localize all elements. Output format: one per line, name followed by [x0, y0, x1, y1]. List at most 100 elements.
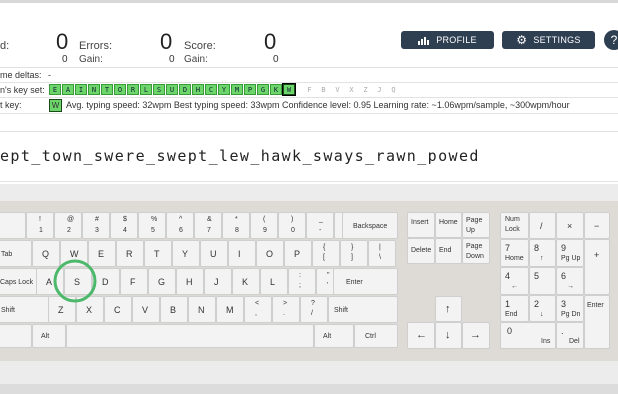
key-punct-z-1[interactable]: >.	[272, 296, 300, 323]
num7-key[interactable]: 7 Home	[500, 239, 529, 267]
alt-right-key[interactable]: Alt	[314, 324, 354, 348]
key-1[interactable]: ! 1	[26, 212, 54, 239]
key-h[interactable]: H	[176, 268, 204, 295]
key-label: P	[294, 249, 301, 259]
key-label: Insert	[411, 219, 429, 226]
key-punct-z-0[interactable]: <,	[244, 296, 272, 323]
num2-key[interactable]: 2 ↓	[529, 295, 556, 322]
arrow-down-key[interactable]: ↓	[435, 322, 462, 349]
end-key[interactable]: End	[435, 238, 462, 264]
num-minus-key[interactable]: −	[584, 212, 610, 239]
num8-key[interactable]: 8 ↑	[529, 239, 556, 267]
key-i[interactable]: I	[228, 240, 256, 267]
key-n[interactable]: N	[188, 296, 216, 323]
key-label: End	[439, 247, 452, 254]
key-0[interactable]: ) 0	[278, 212, 306, 239]
key-l[interactable]: L	[260, 268, 288, 295]
key-bracket-1[interactable]: }]	[340, 240, 368, 267]
key-y[interactable]: Y	[172, 240, 200, 267]
key-7[interactable]: & 7	[194, 212, 222, 239]
key-label: L	[270, 277, 276, 287]
num-dot-key[interactable]: . Del	[556, 322, 584, 349]
shift-right-key[interactable]: Shift	[328, 296, 398, 323]
space-key[interactable]	[66, 324, 314, 348]
key-6[interactable]: ^ 6	[166, 212, 194, 239]
key-label: \	[379, 254, 381, 261]
num0-key[interactable]: 0 Ins	[500, 322, 556, 349]
key-c[interactable]: C	[104, 296, 132, 323]
key-9[interactable]: (9	[250, 212, 278, 239]
key--[interactable]: _ -	[306, 212, 334, 239]
home-key[interactable]: Home	[435, 212, 462, 238]
page-up-key[interactable]: Page Up	[462, 212, 490, 238]
arrow-up-key[interactable]: ↑	[435, 296, 462, 322]
num-lock-key[interactable]: Num Lock	[500, 212, 529, 239]
enter-key[interactable]: Enter	[333, 268, 398, 295]
key-label: End	[505, 311, 518, 318]
key-bracket-0[interactable]: {[	[312, 240, 340, 267]
key-g[interactable]: G	[148, 268, 176, 295]
num-plus-key[interactable]: +	[584, 239, 610, 295]
key-label: T	[154, 249, 160, 259]
num-slash-key[interactable]: /	[529, 212, 556, 239]
key-label: ↓	[540, 311, 544, 318]
key-k[interactable]: K	[232, 268, 260, 295]
delete-key[interactable]: Delete	[407, 238, 435, 264]
arrow-right-key[interactable]: →	[462, 322, 490, 349]
key-5[interactable]: % 5	[138, 212, 166, 239]
ctrl-right-key[interactable]: Ctrl	[354, 324, 398, 348]
alt-left-key[interactable]: Alt	[32, 324, 66, 348]
key-label: D	[102, 277, 109, 287]
key-4[interactable]: $4	[110, 212, 138, 239]
key-label: I	[238, 249, 241, 259]
key-3[interactable]: #3	[82, 212, 110, 239]
key-o[interactable]: O	[256, 240, 284, 267]
key-label: ;	[299, 282, 301, 289]
key-label: B	[170, 305, 177, 315]
num1-key[interactable]: 1 End	[500, 295, 529, 322]
backspace-key[interactable]: Backspace	[342, 212, 398, 239]
key-j[interactable]: J	[204, 268, 232, 295]
key-label: 1	[505, 299, 511, 309]
key-label: Tab	[1, 251, 13, 258]
key-f[interactable]: F	[120, 268, 148, 295]
key-label: V	[142, 305, 149, 315]
key-label: Pg Dn	[561, 311, 581, 318]
num9-key[interactable]: 9 Pg Up	[556, 239, 584, 267]
caps-lock-key[interactable]: Caps Lock	[0, 268, 38, 295]
num5-key[interactable]: 5	[529, 267, 556, 295]
arrow-left-key[interactable]: ←	[407, 322, 435, 349]
key-label: N	[198, 305, 205, 315]
num6-key[interactable]: 6 →	[556, 267, 584, 295]
key-label: Shift	[1, 307, 16, 314]
key-u[interactable]: U	[200, 240, 228, 267]
key-label: ←	[511, 283, 518, 290]
num3-key[interactable]: 3 Pg Dn	[556, 295, 584, 322]
key-m[interactable]: M	[216, 296, 244, 323]
key-bracket-2[interactable]: | \	[368, 240, 396, 267]
num-enter-key[interactable]: Enter	[584, 295, 610, 349]
page-down-key[interactable]: Page Down	[462, 238, 490, 264]
key-v[interactable]: V	[132, 296, 160, 323]
num-star-key[interactable]: ×	[556, 212, 584, 239]
key-2[interactable]: @2	[54, 212, 82, 239]
key-punct-0[interactable]: :;	[288, 268, 316, 295]
key-punct-z-2[interactable]: ? /	[300, 296, 328, 323]
key-p[interactable]: P	[284, 240, 312, 267]
key-label: 6	[179, 227, 183, 234]
num4-key[interactable]: 4 ←	[500, 267, 529, 295]
tab-key[interactable]: Tab	[0, 240, 32, 267]
key-label: !	[39, 216, 41, 223]
key-b[interactable]: B	[160, 296, 188, 323]
key-r[interactable]: R	[116, 240, 144, 267]
shift-left-key[interactable]: Shift	[0, 296, 50, 323]
key-8[interactable]: * 8	[222, 212, 250, 239]
key-backtick[interactable]	[0, 212, 26, 239]
key-label: 9	[263, 227, 267, 234]
key-label: /	[311, 310, 313, 317]
key-label: Y	[182, 249, 189, 259]
key-t[interactable]: T	[144, 240, 172, 267]
key-label: 7	[207, 227, 211, 234]
ctrl-left-key[interactable]	[0, 324, 32, 348]
insert-key[interactable]: Insert	[407, 212, 435, 238]
